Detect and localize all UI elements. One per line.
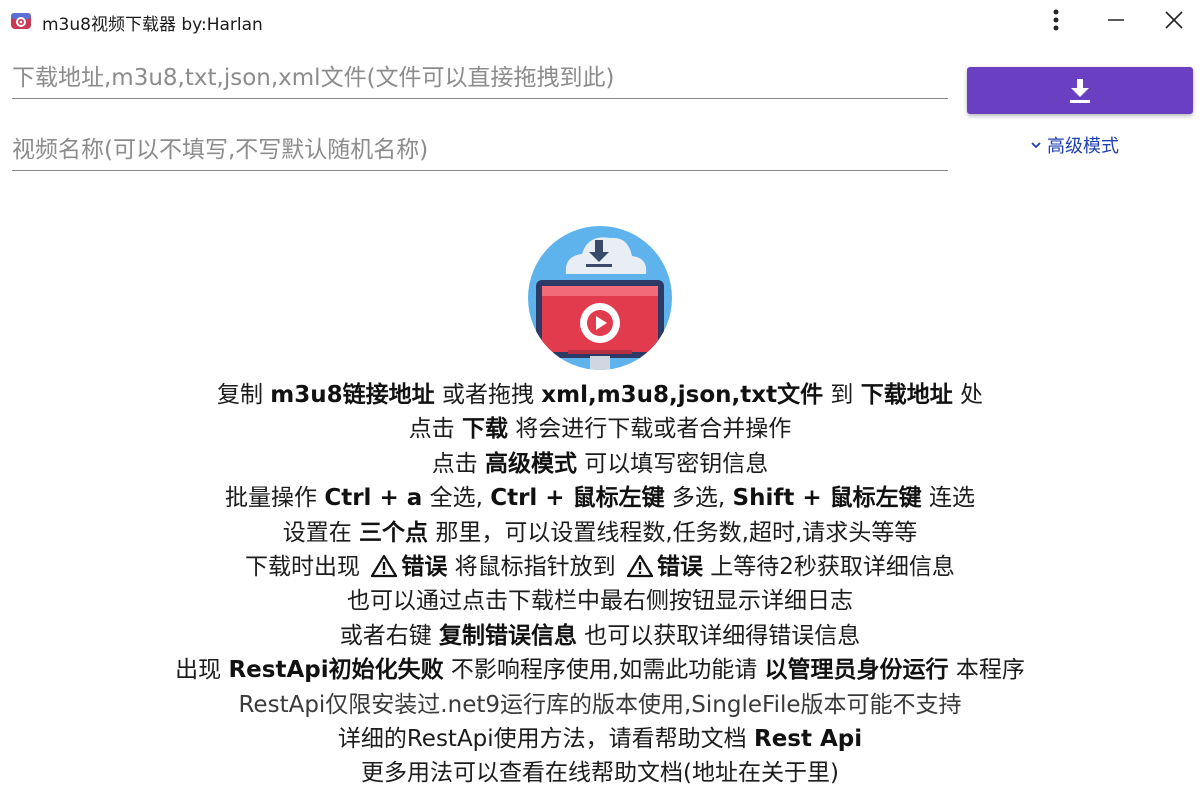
video-download-illustration: [528, 226, 672, 370]
close-icon: [1165, 11, 1183, 29]
help-highlight: Ctrl + a: [324, 485, 423, 512]
help-text: 可以填写密钥信息: [577, 450, 769, 477]
minimize-button[interactable]: [1093, 4, 1139, 36]
help-highlight: 错误: [401, 553, 448, 580]
close-button[interactable]: [1151, 4, 1197, 36]
advanced-mode-toggle[interactable]: 高级模式: [1030, 132, 1119, 158]
help-text: 下载时出现: [245, 553, 368, 580]
help-text: 也可以获取详细得错误信息: [577, 622, 861, 649]
help-line: 下载时出现 错误 将鼠标指针放到 错误 上等待2秒获取详细信息: [0, 550, 1200, 584]
help-text: 多选,: [664, 485, 733, 512]
video-name-input[interactable]: [12, 130, 948, 170]
help-text: 将鼠标指针放到: [447, 553, 623, 580]
help-text: 或者拖拽: [434, 382, 542, 408]
help-text: 将会进行下载或者合并操作: [508, 416, 792, 443]
help-line: 出现 RestApi初始化失败 不影响程序使用,如需此功能请 以管理员身份运行 …: [0, 653, 1200, 687]
help-text: 出现: [175, 657, 229, 684]
help-text: 本程序: [948, 657, 1025, 684]
app-icon: [11, 13, 31, 29]
help-highlight: Rest Api: [753, 725, 863, 752]
help-text: 点击: [431, 450, 485, 477]
minimize-icon: [1108, 19, 1124, 21]
help-line: 更多用法可以查看在线帮助文档(地址在关于里): [361, 760, 839, 787]
help-text: 详细的RestApi使用方法，请看帮助文档: [337, 725, 754, 752]
help-highlight: 以管理员身份运行: [764, 657, 949, 684]
title-bar: m3u8视频下载器 by:Harlan: [0, 0, 1200, 40]
help-highlight: Shift + 鼠标左键: [732, 485, 922, 512]
help-line: 详细的RestApi使用方法，请看帮助文档 Rest Api: [0, 722, 1200, 756]
help-highlight: m3u8链接地址: [270, 382, 435, 408]
help-line: 点击 高级模式 可以填写密钥信息: [0, 447, 1200, 481]
help-highlight: 下载: [462, 416, 508, 443]
help-highlight: Ctrl + 鼠标左键: [490, 485, 665, 512]
download-icon: [1070, 78, 1090, 103]
help-line: 也可以通过点击下载栏中最右侧按钮显示详细日志: [347, 588, 853, 615]
help-highlight: RestApi初始化失败: [228, 657, 444, 684]
download-button[interactable]: [967, 67, 1193, 114]
help-highlight: 三个点: [359, 519, 429, 546]
help-instructions: 复制 m3u8链接地址 或者拖拽 xml,m3u8,json,txt文件 到 下…: [0, 378, 1200, 791]
help-text: 那里，可以设置线程数,任务数,超时,请求头等等: [428, 519, 918, 546]
help-line: 点击 下载 将会进行下载或者合并操作: [0, 412, 1200, 446]
warning-icon: [371, 554, 398, 578]
help-text: 连选: [921, 485, 975, 512]
help-line: 复制 m3u8链接地址 或者拖拽 xml,m3u8,json,txt文件 到 下…: [0, 378, 1200, 412]
help-highlight: 复制错误信息: [439, 622, 577, 649]
help-highlight: 下载地址: [860, 382, 953, 408]
help-text: 不影响程序使用,如需此功能请: [443, 657, 765, 684]
help-line: 批量操作 Ctrl + a 全选, Ctrl + 鼠标左键 多选, Shift …: [0, 481, 1200, 515]
help-text: 或者右键: [339, 622, 439, 649]
help-text: 处: [952, 382, 984, 408]
help-highlight: xml,m3u8,json,txt文件: [541, 382, 824, 408]
help-text: 到: [823, 382, 861, 408]
help-line: 设置在 三个点 那里，可以设置线程数,任务数,超时,请求头等等: [0, 516, 1200, 550]
help-line: 或者右键 复制错误信息 也可以获取详细得错误信息: [0, 619, 1200, 653]
help-text: 设置在: [282, 519, 360, 546]
video-name-field: [12, 130, 948, 171]
window-title: m3u8视频下载器 by:Harlan: [42, 15, 263, 35]
url-field: [12, 58, 948, 99]
help-line: RestApi仅限安装过.net9运行库的版本使用,SingleFile版本可能…: [238, 691, 962, 718]
url-input[interactable]: [12, 58, 948, 98]
help-text: 复制: [216, 382, 271, 408]
help-text: 点击: [408, 416, 462, 443]
advanced-mode-label: 高级模式: [1047, 136, 1119, 157]
help-text: 上等待2秒获取详细信息: [702, 553, 955, 580]
help-highlight: 错误: [656, 553, 703, 580]
help-text: 全选,: [422, 485, 491, 512]
help-highlight: 高级模式: [485, 450, 577, 477]
more-vertical-icon: [1053, 9, 1059, 31]
chevron-down-icon: [1031, 142, 1041, 149]
warning-icon: [626, 554, 653, 578]
help-text: 批量操作: [225, 485, 325, 512]
more-options-button[interactable]: [1033, 4, 1079, 36]
